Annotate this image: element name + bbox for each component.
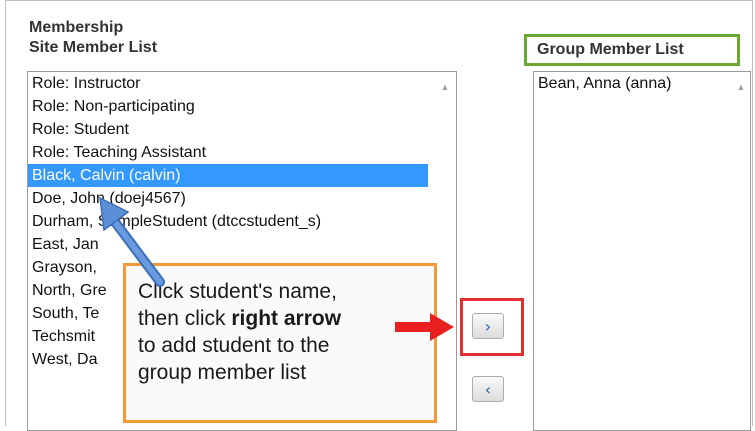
list-item-group-member[interactable]: Bean, Anna (anna)	[534, 72, 750, 95]
callout-line-2: then click right arrow	[138, 305, 424, 332]
callout-line-2-text: then click	[138, 307, 232, 330]
move-right-button[interactable]: ›	[472, 313, 504, 339]
scroll-up-icon[interactable]: ▲	[438, 80, 452, 94]
callout-line-4: group member list	[138, 361, 307, 384]
list-item-member[interactable]: Doe, John (doej4567)	[28, 187, 456, 210]
list-item-role-teaching-assistant[interactable]: Role: Teaching Assistant	[28, 141, 456, 164]
list-item-role-non-participating[interactable]: Role: Non-participating	[28, 95, 456, 118]
list-item-selected-member[interactable]: Black, Calvin (calvin)	[28, 164, 428, 187]
move-left-button[interactable]: ‹	[472, 376, 504, 402]
membership-heading: Membership	[29, 19, 124, 36]
site-member-list-heading: Site Member List	[29, 39, 158, 56]
scroll-up-icon[interactable]: ▲	[734, 80, 748, 94]
list-item-member[interactable]: Durham, SampleStudent (dtccstudent_s)	[28, 210, 456, 233]
group-member-list-heading: Group Member List	[524, 34, 740, 66]
list-item-member[interactable]: East, Jan	[28, 233, 456, 256]
list-item-role-student[interactable]: Role: Student	[28, 118, 456, 141]
instruction-callout: Click student's name, then click right a…	[123, 263, 437, 423]
callout-line-3: to add student to the	[138, 334, 330, 357]
list-item-role-instructor[interactable]: Role: Instructor	[28, 72, 456, 95]
callout-line-1: Click student's name,	[138, 280, 337, 303]
group-member-listbox[interactable]: Bean, Anna (anna) ▲	[533, 71, 751, 431]
callout-right-arrow-emphasis: right arrow	[231, 307, 342, 330]
